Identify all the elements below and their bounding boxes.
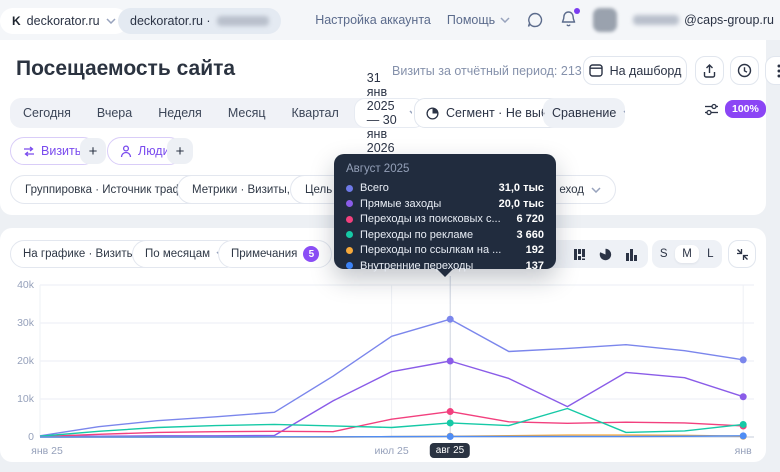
- topbar-right: Настройка аккаунта Помощь @caps-group.ru: [315, 0, 774, 40]
- clock-icon: [737, 63, 752, 78]
- chevron-down-icon: [500, 17, 510, 23]
- sliders-icon: [705, 103, 718, 115]
- date-preset-bar: Сегодня Вчера Неделя Месяц Квартал 31 ян…: [10, 71, 425, 155]
- sampling-badge: 100%: [725, 100, 766, 118]
- attribution-partial-label: еход: [559, 183, 584, 196]
- pie-chart-icon[interactable]: [599, 248, 612, 261]
- preset-yesterday[interactable]: Вчера: [84, 106, 145, 120]
- counter-tab-secondary[interactable]: deckorator.ru ·: [118, 8, 281, 34]
- topbar: K deckorator.ru deckorator.ru · Настройк…: [0, 0, 780, 40]
- period-visits-info: Визиты за отчётный период: 213 345: [392, 64, 607, 78]
- chevron-down-icon: [409, 110, 412, 114]
- tooltip-row: Всего 31,0 тыс: [346, 181, 544, 195]
- series-dot: [346, 231, 353, 238]
- size-medium[interactable]: M: [675, 245, 699, 263]
- series-dot: [346, 246, 353, 254]
- tooltip-title: Август 2025: [346, 163, 410, 175]
- email-prefix-redacted: [633, 15, 680, 25]
- date-range-value: 31 янв 2025 — 30 янв 2026: [366, 71, 397, 155]
- email-domain: @caps-group.ru: [684, 13, 774, 27]
- page-title: Посещаемость сайта: [16, 57, 236, 80]
- series-dot: [346, 184, 353, 192]
- series-dot: [346, 215, 353, 223]
- share-export-icon: [703, 63, 716, 78]
- counter-tab-label: deckorator.ru: [26, 14, 100, 28]
- tooltip-row-value: 192: [525, 244, 544, 256]
- notification-dot: [574, 7, 581, 14]
- user-email[interactable]: @caps-group.ru: [633, 13, 774, 27]
- add-visits-metric-button[interactable]: +: [80, 138, 106, 164]
- chevron-down-icon: [106, 18, 116, 24]
- counter-tab2-label: deckorator.ru ·: [130, 14, 211, 28]
- preset-month[interactable]: Месяц: [215, 106, 279, 120]
- tooltip-row: Прямые заходы 20,0 тыс: [346, 197, 544, 211]
- stacked-chart-icon[interactable]: [573, 248, 586, 261]
- tooltip-row-value: 6 720: [516, 213, 544, 225]
- person-icon: [120, 144, 132, 157]
- collapse-chart-button[interactable]: [728, 240, 756, 268]
- counter-id-redacted: [216, 16, 269, 26]
- compare-icon: [543, 112, 545, 114]
- to-dashboard-label: На дашборд: [609, 63, 682, 78]
- help-label: Помощь: [446, 13, 496, 27]
- preset-quarter[interactable]: Квартал: [279, 106, 352, 120]
- tooltip-row-label: Переходы из поисковых с...: [360, 213, 501, 225]
- preset-today[interactable]: Сегодня: [10, 106, 84, 120]
- notes-label: Примечания: [231, 248, 298, 260]
- chart-tooltip: Август 2025 Всего 31,0 тыс Прямые заходы 2…: [334, 154, 556, 277]
- bar-chart-icon[interactable]: [625, 248, 638, 261]
- visits-chip-label: Визиты: [41, 144, 84, 158]
- chevron-down-icon: [623, 110, 625, 113]
- site-favicon-icon: K: [12, 14, 21, 28]
- granularity-label: По месяцам: [145, 248, 211, 260]
- history-button[interactable]: [730, 56, 759, 85]
- collapse-icon: [736, 248, 748, 260]
- tooltip-row-value: 137: [525, 259, 544, 272]
- export-button[interactable]: [695, 56, 724, 85]
- tooltip-row: Переходы по ссылкам на ... 192: [346, 243, 544, 257]
- segment-pie-icon: [426, 106, 439, 120]
- sampling-control[interactable]: 100%: [704, 100, 766, 118]
- people-chip-label: Люди: [138, 144, 170, 158]
- chart-size-toggle: S M L: [652, 240, 722, 268]
- series-dot: [346, 262, 353, 269]
- tooltip-row: Переходы по рекламе 3 660: [346, 228, 544, 242]
- compare-label: Сравнение: [552, 106, 617, 120]
- notes-count-badge: 5: [303, 246, 320, 262]
- series-dot: [346, 200, 353, 207]
- tooltip-row-label: Прямые заходы: [360, 197, 442, 210]
- chevron-down-icon: [591, 186, 601, 193]
- on-chart-label: На графике · Визиты: [23, 248, 135, 260]
- counter-tab-active[interactable]: K deckorator.ru: [0, 8, 128, 34]
- chat-icon[interactable]: [526, 11, 544, 29]
- add-people-metric-button[interactable]: +: [167, 138, 193, 164]
- tooltip-row-value: 3 660: [516, 228, 544, 241]
- visits-icon: [24, 145, 34, 157]
- preset-week[interactable]: Неделя: [145, 106, 215, 120]
- tooltip-row-label: Переходы по рекламе: [360, 228, 474, 241]
- size-small[interactable]: S: [652, 248, 675, 260]
- tooltip-row: Внутренние переходы 137: [346, 259, 544, 273]
- compare-button[interactable]: Сравнение: [543, 98, 625, 128]
- notes-button[interactable]: Примечания 5: [218, 240, 333, 268]
- account-settings-link[interactable]: Настройка аккаунта: [315, 13, 431, 27]
- to-dashboard-button[interactable]: На дашборд: [583, 56, 687, 85]
- avatar[interactable]: [593, 8, 618, 32]
- tooltip-row-label: Всего: [360, 182, 389, 194]
- help-menu[interactable]: Помощь: [447, 13, 510, 27]
- notifications-bell[interactable]: [560, 7, 581, 31]
- tooltip-row-value: 20,0 тыс: [498, 197, 544, 210]
- tooltip-row-label: Переходы по ссылкам на ...: [360, 244, 502, 256]
- tooltip-row: Переходы из поисковых с... 6 720: [346, 212, 544, 226]
- dashboard-icon: [588, 64, 603, 77]
- tooltip-row-value: 31,0 тыс: [498, 182, 544, 194]
- tooltip-row-label: Внутренние переходы: [360, 259, 474, 272]
- size-large[interactable]: L: [699, 248, 722, 260]
- more-actions-button[interactable]: [765, 56, 780, 85]
- hover-x-badge: авг 25: [429, 443, 471, 458]
